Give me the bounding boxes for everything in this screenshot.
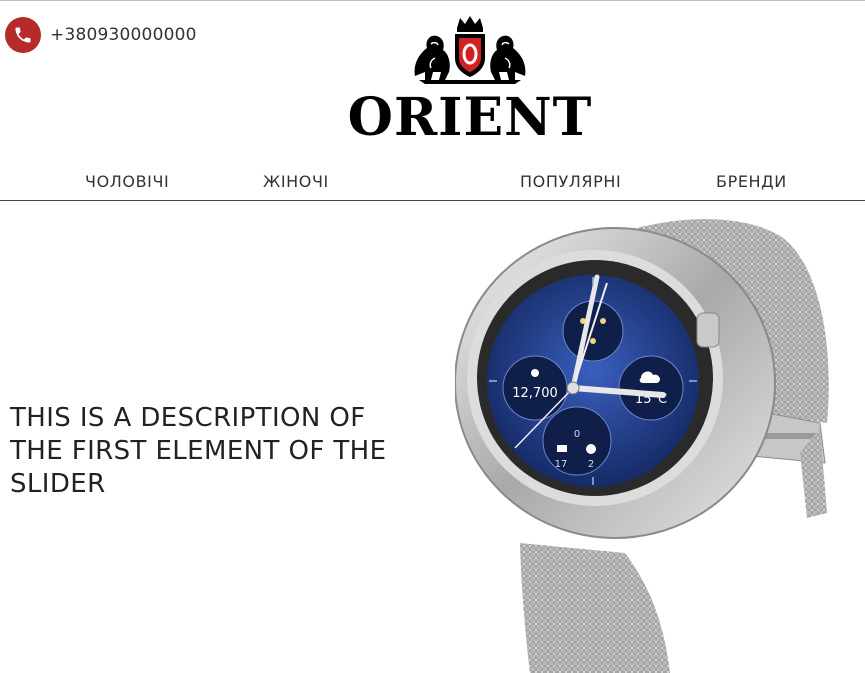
phone-number[interactable]: +380930000000 xyxy=(50,25,197,45)
chats-value: 2 xyxy=(588,459,594,470)
brand-wordmark: ORIENT xyxy=(347,87,593,148)
strap-lower xyxy=(520,543,670,673)
nav-item-brands[interactable]: БРЕНДИ xyxy=(716,172,787,191)
nav-item-women[interactable]: ЖІНОЧІ xyxy=(263,172,329,191)
messages-value: 17 xyxy=(555,459,568,470)
nav-item-men[interactable]: ЧОЛОВІЧІ xyxy=(85,172,169,191)
phone-contact[interactable]: +380930000000 xyxy=(5,17,197,53)
watch-crown xyxy=(696,312,720,348)
smartwatch-image: 12,700 15°C 0 17 2 xyxy=(455,219,829,673)
calls-value: 0 xyxy=(574,429,580,440)
nav-item-popular[interactable]: ПОПУЛЯРНІ xyxy=(520,172,621,191)
phone-icon[interactable] xyxy=(5,17,41,53)
brand-logo[interactable]: ORIENT xyxy=(345,14,595,148)
slide-caption: THIS IS A DESCRIPTION OF THE FIRST ELEME… xyxy=(10,403,387,499)
top-divider xyxy=(0,0,865,1)
steps-value: 12,700 xyxy=(512,386,558,401)
main-navigation: ЧОЛОВІЧІ ЖІНОЧІ ПОПУЛЯРНІ БРЕНДИ xyxy=(0,162,865,200)
orient-crest-icon xyxy=(414,16,526,84)
